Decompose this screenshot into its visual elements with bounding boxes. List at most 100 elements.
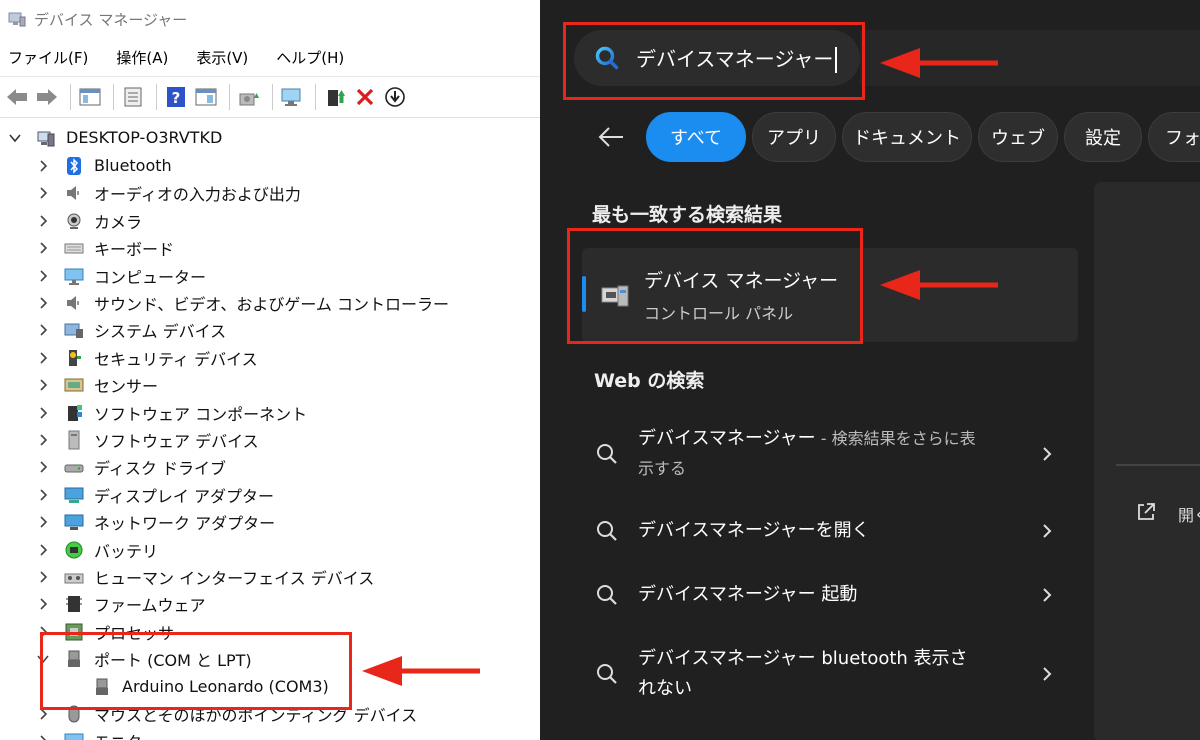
chevron-right-icon[interactable] <box>36 597 50 611</box>
tree-item[interactable]: モニター <box>36 727 158 740</box>
chevron-right-icon[interactable] <box>36 214 50 228</box>
filter-folders[interactable]: フォル <box>1148 112 1200 162</box>
web-result-1[interactable]: デバイスマネージャー - 検索結果をさらに表示する <box>594 424 1054 484</box>
tree-item[interactable]: ディスク ドライブ <box>36 453 226 480</box>
computer-icon <box>36 128 56 148</box>
tree-item[interactable]: バッテリ <box>36 536 158 563</box>
filter-settings[interactable]: 設定 <box>1064 112 1142 162</box>
search-highlight-box <box>563 22 865 100</box>
chevron-right-icon[interactable] <box>36 159 50 173</box>
preview-divider <box>1116 464 1200 466</box>
filter-apps[interactable]: アプリ <box>752 112 836 162</box>
tree-item-label: ヒューマン インターフェイス デバイス <box>94 568 375 588</box>
back-arrow-icon[interactable] <box>596 122 626 152</box>
display-adapter-icon <box>64 485 84 505</box>
best-match-heading: 最も一致する検索結果 <box>592 204 783 226</box>
tree-item[interactable]: ヒューマン インターフェイス デバイス <box>36 563 374 590</box>
menu-help[interactable]: ヘルプ(H) <box>276 47 344 68</box>
chevron-right-icon[interactable] <box>36 488 50 502</box>
properties-icon[interactable] <box>120 84 146 110</box>
scan-hardware-icon[interactable] <box>236 84 262 110</box>
chevron-right-icon[interactable] <box>36 460 50 474</box>
tree-item[interactable]: ソフトウェア デバイス <box>36 426 259 453</box>
tree-item[interactable]: ファームウェア <box>36 590 206 617</box>
network-adapter-icon <box>64 512 84 532</box>
search-icon <box>597 585 617 605</box>
forward-arrow-icon[interactable] <box>34 84 60 110</box>
windows-search-panel: デバイスマネージャー すべて アプリ ドキュメント ウェブ 設定 フォル 最も一… <box>540 0 1200 740</box>
tree-item-label: センサー <box>94 376 159 396</box>
filter-all[interactable]: すべて <box>646 112 746 162</box>
device-manager-window: デバイス マネージャー ファイル(F) 操作(A) 表示(V) ヘルプ(H) ?… <box>0 0 540 740</box>
tree-root[interactable]: DESKTOP-O3RVTKD <box>8 124 222 151</box>
tree-item-label: ソフトウェア コンポーネント <box>94 404 308 424</box>
filter-documents[interactable]: ドキュメント <box>842 112 972 162</box>
uninstall-icon[interactable] <box>352 84 378 110</box>
preview-open-action[interactable]: 開く <box>1178 502 1200 526</box>
svg-text:?: ? <box>172 89 181 107</box>
help-icon[interactable]: ? <box>163 84 189 110</box>
web-result-3-main: デバイスマネージャー 起動 <box>638 584 858 605</box>
battery-icon <box>64 540 84 560</box>
open-external-icon[interactable] <box>1134 500 1158 524</box>
enable-device-icon[interactable] <box>382 84 408 110</box>
chevron-right-icon[interactable] <box>36 543 50 557</box>
tree-item-label: ファームウェア <box>94 595 206 615</box>
tree-item[interactable]: システム デバイス <box>36 316 226 343</box>
menu-action[interactable]: 操作(A) <box>116 47 168 68</box>
chevron-right-icon[interactable] <box>36 269 50 283</box>
tree-item[interactable]: サウンド、ビデオ、およびゲーム コントローラー <box>36 289 449 316</box>
web-result-2[interactable]: デバイスマネージャーを開く <box>594 516 1054 546</box>
chevron-right-icon[interactable] <box>36 433 50 447</box>
tree-item[interactable]: ソフトウェア コンポーネント <box>36 399 307 426</box>
view-pane-icon[interactable] <box>193 84 219 110</box>
toolbar-divider <box>113 84 114 110</box>
camera-icon <box>64 211 84 231</box>
chevron-right-icon[interactable] <box>36 241 50 255</box>
best-match-pointer-arrow-icon <box>880 270 998 300</box>
chevron-right-icon[interactable] <box>36 570 50 584</box>
chevron-right-icon[interactable] <box>36 515 50 529</box>
keyboard-icon <box>64 238 84 258</box>
software-device-icon <box>64 430 84 450</box>
chevron-right-icon[interactable] <box>36 378 50 392</box>
search-pointer-arrow-icon <box>880 48 998 78</box>
toolbar-divider <box>315 84 316 110</box>
web-result-1-main: デバイスマネージャー <box>638 428 816 449</box>
update-driver-icon[interactable] <box>322 84 348 110</box>
tree-item[interactable]: セキュリティ デバイス <box>36 344 258 371</box>
tree-item-label: サウンド、ビデオ、およびゲーム コントローラー <box>94 294 450 314</box>
tree-item[interactable]: オーディオの入力および出力 <box>36 179 301 206</box>
ports-pointer-arrow-icon <box>362 656 480 686</box>
preview-pane: 開く <box>1094 182 1200 740</box>
monitor-scan-icon[interactable] <box>279 84 305 110</box>
display-icon <box>64 731 84 740</box>
web-result-3[interactable]: デバイスマネージャー 起動 <box>594 580 1054 610</box>
chevron-right-icon[interactable] <box>36 186 50 200</box>
chevron-right-icon <box>1043 667 1052 681</box>
show-hide-tree-icon[interactable] <box>77 84 103 110</box>
tree-item[interactable]: キーボード <box>36 234 174 261</box>
menu-file[interactable]: ファイル(F) <box>8 47 88 68</box>
menu-view[interactable]: 表示(V) <box>196 47 248 68</box>
chevron-right-icon[interactable] <box>36 323 50 337</box>
tree-item[interactable]: Bluetooth <box>36 152 172 179</box>
chevron-down-icon[interactable] <box>8 131 22 145</box>
tree-item-label: オーディオの入力および出力 <box>94 184 301 204</box>
chevron-right-icon[interactable] <box>36 406 50 420</box>
chevron-right-icon[interactable] <box>36 351 50 365</box>
chevron-right-icon[interactable] <box>36 296 50 310</box>
system-device-icon <box>64 320 84 340</box>
filter-web[interactable]: ウェブ <box>978 112 1058 162</box>
tree-item-label: モニター <box>94 729 158 740</box>
tree-item[interactable]: ネットワーク アダプター <box>36 508 275 535</box>
chevron-right-icon[interactable] <box>36 734 50 740</box>
tree-item[interactable]: センサー <box>36 371 158 398</box>
back-arrow-icon[interactable] <box>4 84 30 110</box>
web-result-4[interactable]: デバイスマネージャー bluetooth 表示されない <box>594 644 1054 704</box>
tree-item[interactable]: カメラ <box>36 207 142 234</box>
tree-item[interactable]: ディスプレイ アダプター <box>36 481 274 508</box>
window-title: デバイス マネージャー <box>34 10 188 29</box>
toolbar-divider <box>229 84 230 110</box>
tree-item[interactable]: コンピューター <box>36 262 206 289</box>
